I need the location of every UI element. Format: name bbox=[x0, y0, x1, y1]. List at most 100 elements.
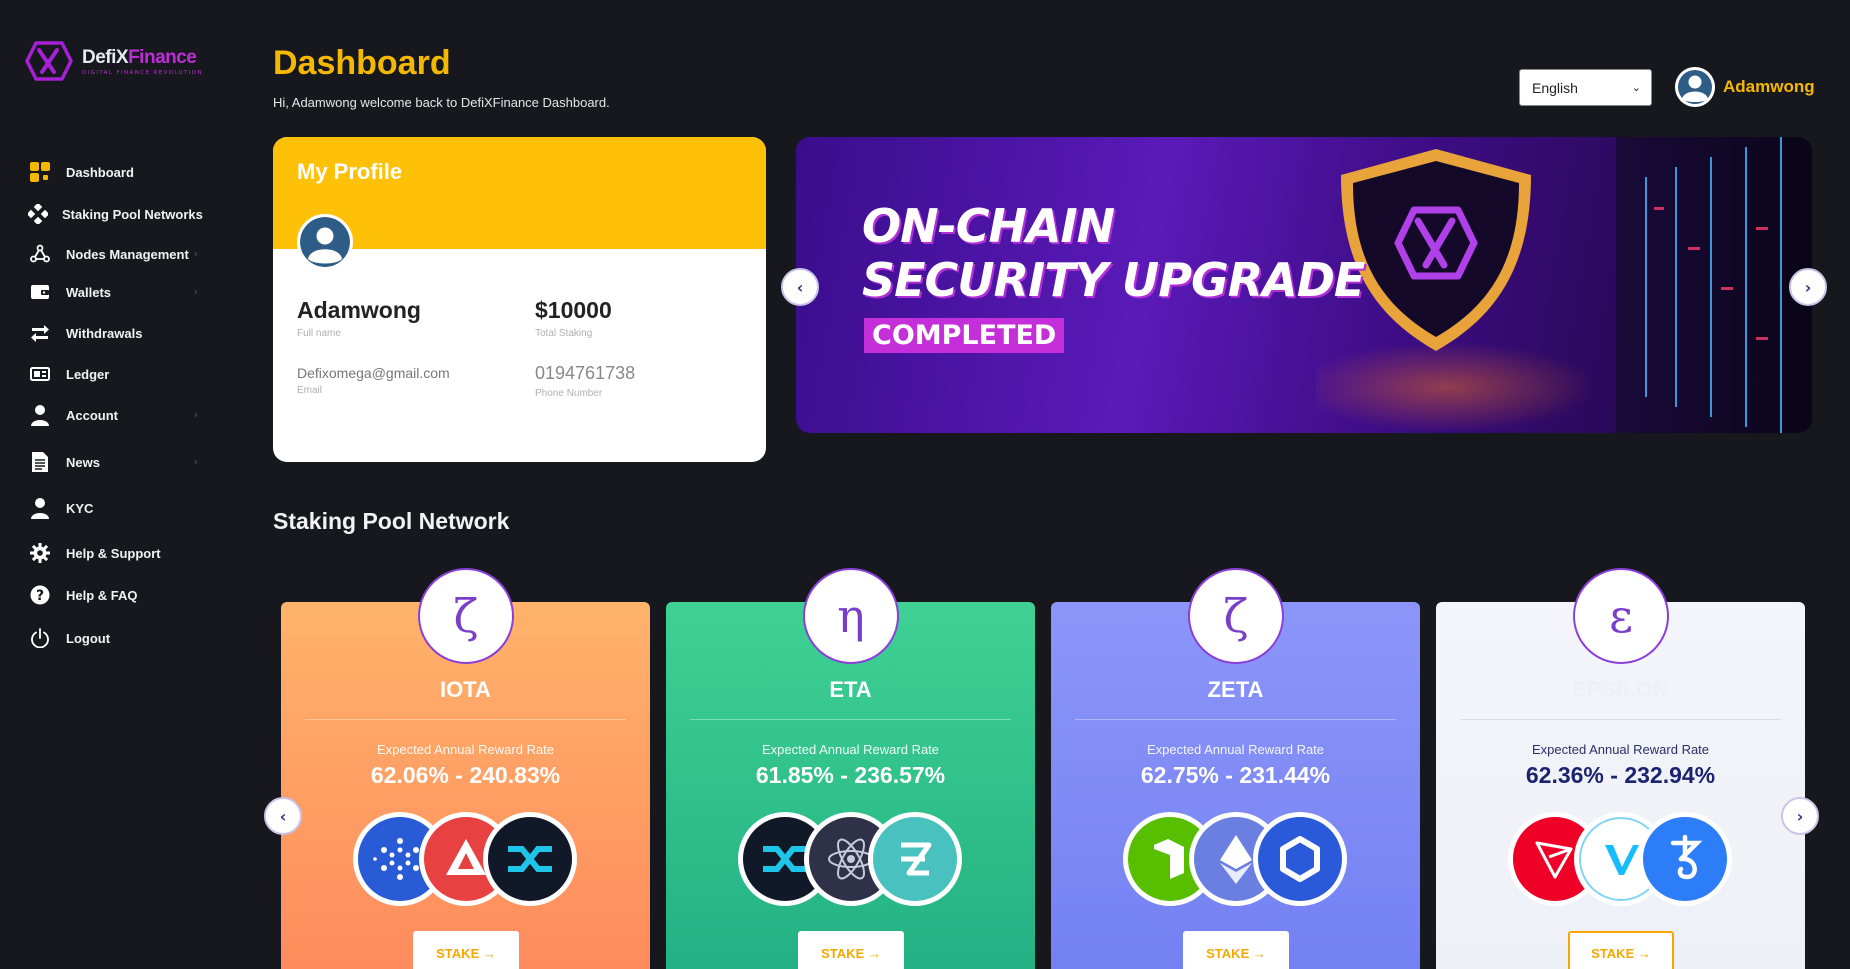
divider bbox=[690, 719, 1011, 720]
stake-button[interactable]: STAKE → bbox=[1568, 931, 1674, 969]
power-icon bbox=[28, 626, 52, 650]
synthetix-icon bbox=[483, 812, 577, 906]
email-label: Email bbox=[297, 385, 323, 396]
sidebar-item-label: Withdrawals bbox=[66, 325, 143, 341]
pool-card-iota: ζ IOTA Expected Annual Reward Rate 62.06… bbox=[281, 568, 650, 969]
divider bbox=[1075, 719, 1396, 720]
banner-status-tag: COMPLETED bbox=[864, 318, 1065, 353]
nodes-icon bbox=[28, 242, 52, 266]
sidebar-item-label: News bbox=[66, 454, 100, 470]
phone-value: 0194761738 bbox=[535, 363, 636, 383]
sidebar-item-wallets[interactable]: Wallets › bbox=[28, 277, 198, 307]
sidebar-item-label: Wallets bbox=[66, 284, 112, 300]
email-value: Defixomega@gmail.com bbox=[297, 365, 450, 381]
chevron-right-icon: › bbox=[193, 285, 198, 298]
brand-tagline: DIGITAL FINANCE REVOLUTION bbox=[82, 69, 204, 76]
banner-headline-line1: ON-CHAIN bbox=[862, 199, 1115, 253]
sidebar-item-dashboard[interactable]: Dashboard bbox=[28, 157, 198, 187]
pools-next-button[interactable]: › bbox=[1781, 797, 1819, 835]
pool-name: ZETA bbox=[1207, 677, 1264, 702]
profile-total-staking: $10000 Total Staking bbox=[535, 297, 612, 339]
tezos-icon bbox=[1638, 812, 1732, 906]
pool-card-epsilon: ε EPSILON Expected Annual Reward Rate 62… bbox=[1436, 568, 1805, 969]
reward-rate-value: 62.06% - 240.83% bbox=[370, 762, 561, 788]
promo-banner[interactable]: ON-CHAIN SECURITY UPGRADE COMPLETED bbox=[796, 137, 1812, 433]
chevron-down-icon: ⌄ bbox=[1631, 82, 1641, 94]
sidebar-item-label: KYC bbox=[66, 500, 94, 516]
dashboard-icon bbox=[28, 160, 52, 184]
logo-icon bbox=[25, 41, 73, 81]
banner-prev-button[interactable]: ‹ bbox=[781, 268, 819, 306]
reward-rate-label: Expected Annual Reward Rate bbox=[376, 742, 555, 757]
sidebar-item-label: Account bbox=[66, 407, 118, 423]
user-menu[interactable]: Adamwong bbox=[1675, 67, 1815, 107]
reward-rate-label: Expected Annual Reward Rate bbox=[1146, 742, 1325, 757]
profile-phone: 0194761738 Phone Number bbox=[535, 363, 635, 399]
pool-symbol-badge: ζ bbox=[1188, 568, 1284, 664]
sidebar: DefiXFinance DIGITAL FINANCE REVOLUTION … bbox=[0, 0, 250, 969]
section-title: Staking Pool Network bbox=[273, 508, 510, 534]
reward-rate-value: 62.75% - 231.44% bbox=[1140, 762, 1331, 788]
sidebar-item-label: Dashboard bbox=[66, 164, 134, 180]
sidebar-item-help-support[interactable]: Help & Support bbox=[28, 538, 198, 568]
sidebar-item-label: Staking Pool Networks bbox=[62, 206, 203, 222]
sidebar-item-kyc[interactable]: KYC bbox=[28, 493, 198, 523]
page-title: Dashboard bbox=[273, 44, 451, 82]
banner-headline-line2: SECURITY UPGRADE bbox=[862, 253, 1365, 307]
sidebar-item-label: Help & Support bbox=[66, 545, 161, 561]
question-icon: ? bbox=[28, 583, 52, 607]
full-name-value: Adamwong bbox=[297, 297, 421, 323]
sidebar-item-news[interactable]: News › bbox=[28, 447, 198, 477]
reward-rate-value: 62.36% - 232.94% bbox=[1525, 762, 1716, 788]
banner-next-button[interactable]: › bbox=[1789, 268, 1827, 306]
pool-coin-group bbox=[738, 812, 964, 906]
chevron-right-icon: › bbox=[1804, 277, 1812, 297]
reward-rate-value: 61.85% - 236.57% bbox=[755, 762, 946, 788]
sidebar-item-label: Ledger bbox=[66, 366, 110, 382]
pool-name: EPSILON bbox=[1572, 677, 1669, 702]
sidebar-item-help-faq[interactable]: ? Help & FAQ bbox=[28, 580, 198, 610]
sidebar-item-ledger[interactable]: Ledger bbox=[28, 359, 198, 389]
chainlink-icon bbox=[1253, 812, 1347, 906]
profile-title: My Profile bbox=[297, 159, 403, 184]
sidebar-item-staking-pool-networks[interactable]: Staking Pool Networks bbox=[28, 199, 203, 229]
avatar bbox=[1675, 67, 1715, 107]
user-icon bbox=[28, 496, 52, 520]
pool-coin-group bbox=[1123, 812, 1349, 906]
sidebar-item-label: Help & FAQ bbox=[66, 587, 138, 603]
pool-symbol-badge: η bbox=[803, 568, 899, 664]
language-select[interactable]: English ⌄ bbox=[1519, 69, 1652, 106]
brand-logo[interactable]: DefiXFinance DIGITAL FINANCE REVOLUTION bbox=[24, 40, 203, 82]
stake-button[interactable]: STAKE → bbox=[1183, 931, 1289, 969]
gear-icon bbox=[28, 541, 52, 565]
staking-icon bbox=[28, 202, 48, 226]
divider bbox=[1460, 719, 1781, 720]
sidebar-item-label: Nodes Management bbox=[66, 246, 189, 262]
phone-label: Phone Number bbox=[535, 388, 603, 399]
full-name-label: Full name bbox=[297, 328, 341, 339]
pool-card-zeta: ζ ZETA Expected Annual Reward Rate 62.75… bbox=[1051, 568, 1420, 969]
sidebar-item-label: Logout bbox=[66, 630, 111, 646]
svg-text:?: ? bbox=[36, 588, 44, 604]
chevron-right-icon: › bbox=[193, 247, 198, 260]
sidebar-item-account[interactable]: Account › bbox=[28, 400, 198, 430]
profile-full-name: Adamwong Full name bbox=[297, 297, 421, 339]
user-icon bbox=[28, 403, 52, 427]
stake-button[interactable]: STAKE → bbox=[798, 931, 904, 969]
total-staking-label: Total Staking bbox=[535, 328, 593, 339]
sidebar-item-withdrawals[interactable]: Withdrawals bbox=[28, 318, 198, 348]
reward-rate-label: Expected Annual Reward Rate bbox=[761, 742, 940, 757]
sidebar-item-logout[interactable]: Logout bbox=[28, 623, 198, 653]
chevron-left-icon: ‹ bbox=[796, 277, 804, 297]
brand-name: DefiXFinance bbox=[82, 46, 197, 68]
chevron-right-icon: › bbox=[1796, 806, 1804, 826]
username: Adamwong bbox=[1723, 77, 1815, 96]
pool-symbol-badge: ζ bbox=[418, 568, 514, 664]
stake-button[interactable]: STAKE → bbox=[413, 931, 519, 969]
pool-card-eta: η ETA Expected Annual Reward Rate 61.85%… bbox=[666, 568, 1035, 969]
pools-prev-button[interactable]: ‹ bbox=[264, 797, 302, 835]
security-shield-illustration bbox=[1316, 137, 1812, 433]
total-staking-value: $10000 bbox=[535, 297, 612, 323]
language-select-value: English bbox=[1532, 79, 1578, 96]
sidebar-item-nodes-management[interactable]: Nodes Management › bbox=[28, 239, 198, 269]
